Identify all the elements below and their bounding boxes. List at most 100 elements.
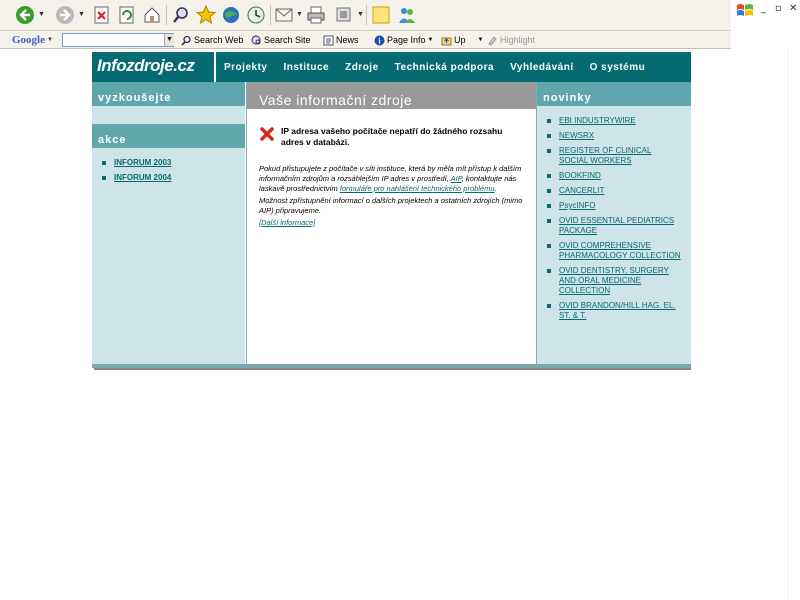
- section-head-vyzkousejte: vyzkoušejte: [92, 82, 245, 106]
- news-button[interactable]: News: [323, 33, 359, 47]
- history-icon[interactable]: [245, 4, 267, 26]
- bullet-icon: [547, 119, 551, 123]
- nav-vyhledavani[interactable]: Vyhledávání: [502, 62, 582, 73]
- nav-zdroje[interactable]: Zdroje: [337, 62, 387, 73]
- section-title: akce: [98, 134, 127, 146]
- nav-instituce[interactable]: Instituce: [275, 62, 337, 73]
- news-link[interactable]: CANCERLIT: [559, 186, 604, 196]
- list-item: INFORUM 2004: [102, 173, 171, 183]
- page-title: Vaše informační zdroje: [247, 82, 536, 109]
- list-item: BOOKFIND: [547, 171, 681, 181]
- news-link[interactable]: BOOKFIND: [559, 171, 601, 181]
- google-logo[interactable]: Google ▼: [12, 33, 53, 47]
- main-content: Vaše informační zdroje IP adresa vašeho …: [246, 82, 537, 364]
- spacer: [92, 106, 245, 124]
- list-item: REGISTER OF CLINICAL SOCIAL WORKERS: [547, 146, 681, 166]
- media-icon[interactable]: [220, 4, 242, 26]
- forward-icon[interactable]: [54, 4, 76, 26]
- folder-up-icon: [441, 37, 452, 45]
- refresh-icon[interactable]: [116, 4, 138, 26]
- page-info-button[interactable]: i Page Info ▼: [374, 33, 433, 47]
- list-item: INFORUM 2003: [102, 158, 171, 168]
- bullet-icon: [547, 204, 551, 208]
- up-label: Up: [454, 35, 466, 45]
- minimize-button[interactable]: _: [761, 3, 766, 14]
- highlight-label: Highlight: [500, 35, 536, 45]
- highlight-button[interactable]: Highlight: [487, 33, 535, 47]
- news-icon: [323, 35, 334, 45]
- bullet-icon: [547, 244, 551, 248]
- favorites-icon[interactable]: [195, 4, 217, 26]
- messenger-icon[interactable]: [396, 4, 418, 26]
- vertical-scrollbar[interactable]: [788, 49, 800, 600]
- section-head-akce: akce: [92, 124, 245, 148]
- text-span: Možnost zpřístupnění informací o dalších…: [259, 196, 523, 215]
- nav-projekty[interactable]: Projekty: [216, 62, 275, 73]
- page-info-label: Page Info: [387, 35, 426, 45]
- bullet-icon: [102, 161, 106, 165]
- close-button[interactable]: ✕: [789, 3, 797, 14]
- news-link[interactable]: OVID ESSENTIAL PEDIATRICS PACKAGE: [559, 216, 681, 236]
- news-link[interactable]: NEWSRX: [559, 131, 594, 141]
- info-paragraph-3: [Další informace]: [259, 218, 529, 228]
- mail-dropdown-icon[interactable]: ▼: [296, 11, 303, 18]
- logo-area[interactable]: Infozdroje.cz: [92, 52, 216, 82]
- nav-technicka-podpora[interactable]: Technická podpora: [387, 62, 502, 73]
- text-span: .: [494, 184, 497, 193]
- bullet-icon: [102, 176, 106, 180]
- bullet-icon: [547, 304, 551, 308]
- search-web-icon: [181, 35, 191, 46]
- section-title: vyzkoušejte: [98, 92, 172, 104]
- error-icon: [259, 126, 275, 142]
- bullet-icon: [547, 269, 551, 273]
- news-link[interactable]: PsycINFO: [559, 201, 595, 211]
- bullet-icon: [547, 149, 551, 153]
- restore-button[interactable]: ▫: [775, 3, 782, 14]
- search-site-button[interactable]: Search Site: [251, 33, 311, 47]
- info-text: Pokud přistupujete z počítače v síti ins…: [259, 164, 529, 230]
- aip-link[interactable]: AIP: [451, 174, 462, 183]
- search-web-label: Search Web: [194, 35, 244, 45]
- list-item: EBI INDUSTRYWIRE: [547, 116, 681, 126]
- toolbar-separator: [366, 5, 367, 25]
- list-item: PsycINFO: [547, 201, 681, 211]
- notes-icon[interactable]: [370, 4, 392, 26]
- home-icon[interactable]: [141, 4, 163, 26]
- error-message: IP adresa vašeho počítače nepatří do žád…: [281, 126, 503, 147]
- nav-o-systemu[interactable]: O systému: [582, 62, 654, 73]
- news-list: EBI INDUSTRYWIRE NEWSRX REGISTER OF CLIN…: [547, 116, 681, 326]
- google-search-input[interactable]: [62, 33, 174, 47]
- google-search-dropdown[interactable]: ▼: [164, 34, 174, 46]
- up-button[interactable]: Up ▼: [441, 33, 483, 47]
- list-item: CANCERLIT: [547, 186, 681, 196]
- bullet-icon: [547, 174, 551, 178]
- toolbar-separator: [270, 5, 271, 25]
- back-icon[interactable]: [14, 4, 36, 26]
- report-problem-link[interactable]: formuláře pro nahlášení technického prob…: [340, 184, 495, 193]
- stop-icon[interactable]: [91, 4, 113, 26]
- edit-icon[interactable]: [333, 4, 355, 26]
- site-header: Infozdroje.cz Projekty Instituce Zdroje …: [92, 52, 691, 82]
- search-site-icon: [251, 35, 261, 44]
- search-web-button[interactable]: Search Web: [181, 33, 243, 47]
- news-label: News: [336, 35, 359, 45]
- forward-dropdown-icon[interactable]: ▼: [78, 11, 85, 18]
- mail-icon[interactable]: [274, 4, 296, 26]
- highlighter-icon: [488, 35, 497, 46]
- news-link[interactable]: OVID DENTISTRY, SURGERY AND ORAL MEDICIN…: [559, 266, 681, 296]
- inforum-2003-link[interactable]: INFORUM 2003: [114, 158, 171, 168]
- search-icon[interactable]: [170, 4, 192, 26]
- news-link[interactable]: OVID COMPREHENSIVE PHARMACOLOGY COLLECTI…: [559, 241, 681, 261]
- news-link[interactable]: EBI INDUSTRYWIRE: [559, 116, 636, 126]
- print-icon[interactable]: [305, 4, 327, 26]
- inforum-2004-link[interactable]: INFORUM 2004: [114, 173, 171, 183]
- info-icon: i: [374, 35, 385, 45]
- toolbar-separator: [166, 5, 167, 25]
- back-dropdown-icon[interactable]: ▼: [38, 11, 45, 18]
- news-link[interactable]: REGISTER OF CLINICAL SOCIAL WORKERS: [559, 146, 681, 166]
- akce-list: INFORUM 2003 INFORUM 2004: [102, 158, 171, 188]
- news-link[interactable]: OVID BRANDON/HILL HAG. EL. ST. & T.: [559, 301, 681, 321]
- list-item: OVID BRANDON/HILL HAG. EL. ST. & T.: [547, 301, 681, 321]
- edit-dropdown-icon[interactable]: ▼: [357, 11, 364, 18]
- more-info-link[interactable]: [Další informace]: [259, 218, 315, 227]
